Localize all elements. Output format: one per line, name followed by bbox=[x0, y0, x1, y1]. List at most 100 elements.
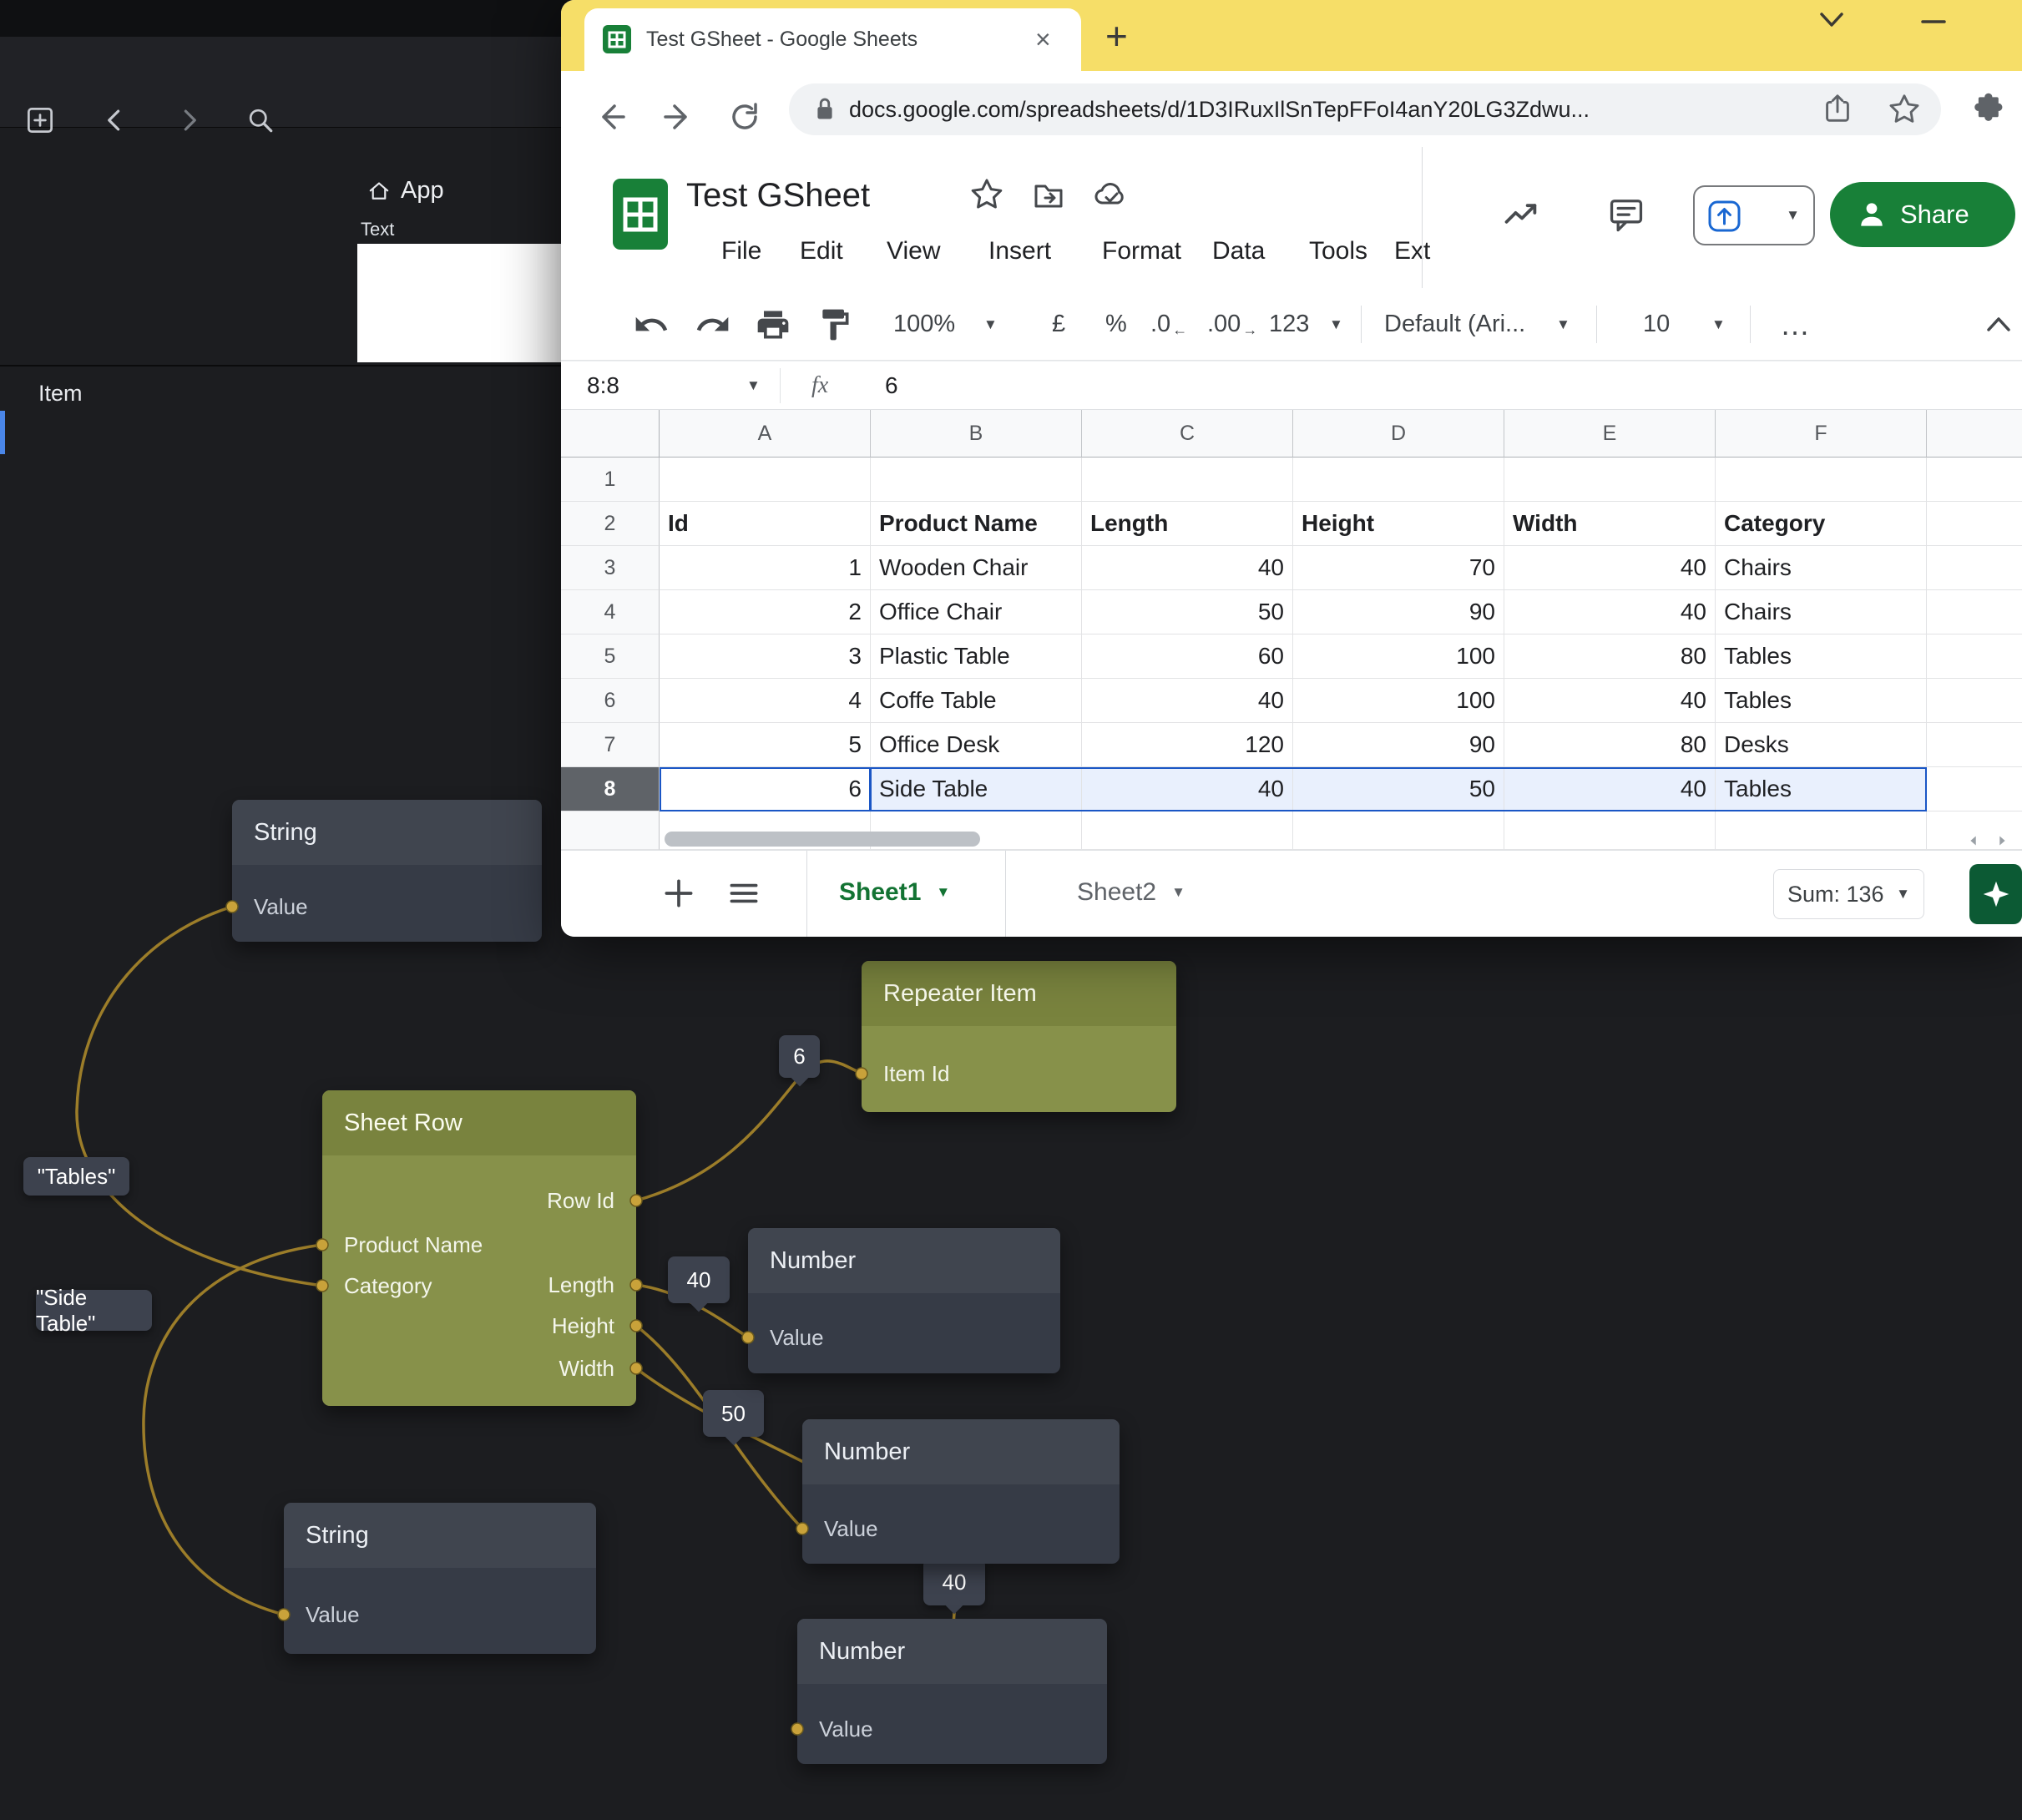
currency-format-button[interactable]: £ bbox=[1052, 288, 1065, 361]
omnibox[interactable]: docs.google.com/spreadsheets/d/1D3IRuxIl… bbox=[789, 83, 1941, 135]
cell[interactable] bbox=[1716, 811, 1927, 850]
paint-format-icon[interactable] bbox=[816, 306, 853, 343]
scroll-left-icon[interactable] bbox=[1965, 832, 1982, 849]
decrease-decimal-button[interactable]: .0← bbox=[1150, 288, 1187, 361]
cell[interactable]: 40 bbox=[1504, 590, 1716, 634]
extensions-puzzle-icon[interactable] bbox=[1967, 91, 2004, 128]
cell[interactable]: 40 bbox=[1504, 767, 1716, 811]
cell[interactable]: Tables bbox=[1716, 767, 1927, 811]
cell[interactable]: 40 bbox=[1082, 767, 1293, 811]
menu-format[interactable]: Format bbox=[1102, 235, 1181, 268]
cell[interactable]: 5 bbox=[660, 723, 871, 767]
cell[interactable]: 40 bbox=[1504, 679, 1716, 723]
menu-data[interactable]: Data bbox=[1212, 235, 1265, 268]
lock-icon[interactable] bbox=[807, 92, 842, 127]
explore-button[interactable] bbox=[1969, 864, 2022, 924]
move-folder-icon[interactable] bbox=[1030, 176, 1067, 213]
cell[interactable]: 80 bbox=[1504, 723, 1716, 767]
cell[interactable]: Chairs bbox=[1716, 546, 1927, 590]
menu-file[interactable]: File bbox=[721, 235, 761, 268]
horizontal-scrollbar-thumb[interactable] bbox=[665, 832, 980, 847]
menu-edit[interactable]: Edit bbox=[800, 235, 843, 268]
present-button[interactable]: ▼ bbox=[1693, 185, 1815, 245]
cell[interactable] bbox=[1716, 458, 1927, 502]
row-header[interactable]: 5 bbox=[561, 634, 660, 679]
node-number-height[interactable]: Number Value bbox=[802, 1419, 1120, 1564]
add-sheet-icon[interactable] bbox=[660, 874, 698, 913]
browser-tab[interactable]: Test GSheet - Google Sheets × bbox=[584, 8, 1081, 71]
new-tab-button[interactable]: + bbox=[1105, 7, 1128, 65]
browser-reload-icon[interactable] bbox=[726, 99, 763, 135]
node-sheet-row[interactable]: Sheet Row Row Id Product Name Category L… bbox=[322, 1090, 636, 1406]
more-toolbar-icon[interactable]: … bbox=[1770, 288, 1820, 361]
row-header[interactable]: 1 bbox=[561, 458, 660, 502]
doc-title[interactable]: Test GSheet bbox=[686, 177, 870, 215]
cell[interactable] bbox=[871, 458, 1082, 502]
print-icon[interactable] bbox=[755, 306, 791, 343]
cell[interactable]: 50 bbox=[1293, 767, 1504, 811]
font-select[interactable]: Default (Ari... bbox=[1384, 288, 1543, 361]
column-header[interactable]: A bbox=[660, 410, 871, 458]
cell[interactable] bbox=[1504, 458, 1716, 502]
cell[interactable]: Length bbox=[1082, 502, 1293, 546]
cell[interactable]: 40 bbox=[1082, 679, 1293, 723]
column-header[interactable]: C bbox=[1082, 410, 1293, 458]
cell[interactable]: 3 bbox=[660, 634, 871, 679]
formula-input[interactable]: 6 bbox=[885, 361, 898, 409]
column-header[interactable]: E bbox=[1504, 410, 1716, 458]
cell[interactable]: 1 bbox=[660, 546, 871, 590]
window-chevron-down-icon[interactable] bbox=[1813, 2, 1850, 38]
cell[interactable]: 40 bbox=[1082, 546, 1293, 590]
cell[interactable]: 100 bbox=[1293, 634, 1504, 679]
node-number-width[interactable]: Number Value bbox=[797, 1619, 1107, 1764]
share-button[interactable]: Share bbox=[1830, 182, 2015, 247]
cell[interactable]: 40 bbox=[1504, 546, 1716, 590]
cell[interactable] bbox=[1504, 811, 1716, 850]
cell[interactable]: Tables bbox=[1716, 679, 1927, 723]
cell[interactable]: 90 bbox=[1293, 723, 1504, 767]
increase-decimal-button[interactable]: .00→ bbox=[1207, 288, 1257, 361]
cell[interactable]: Desks bbox=[1716, 723, 1927, 767]
cell-active[interactable]: 6 bbox=[660, 767, 871, 811]
all-sheets-icon[interactable] bbox=[725, 874, 763, 913]
menu-extensions[interactable]: Ext bbox=[1394, 235, 1430, 268]
row-header[interactable]: 2 bbox=[561, 502, 660, 546]
cell[interactable]: Coffe Table bbox=[871, 679, 1082, 723]
browser-back-icon[interactable] bbox=[593, 99, 629, 135]
column-header[interactable]: D bbox=[1293, 410, 1504, 458]
row-header[interactable]: 4 bbox=[561, 590, 660, 634]
cell[interactable]: Side Table bbox=[871, 767, 1082, 811]
cell[interactable]: Width bbox=[1504, 502, 1716, 546]
number-format-button[interactable]: 123 bbox=[1269, 288, 1309, 361]
cell[interactable]: Office Chair bbox=[871, 590, 1082, 634]
browser-forward-icon[interactable] bbox=[660, 99, 696, 135]
cell[interactable]: Chairs bbox=[1716, 590, 1927, 634]
cell[interactable]: 70 bbox=[1293, 546, 1504, 590]
sheet-tab-sheet2[interactable]: Sheet2 ▼ bbox=[1077, 851, 1185, 934]
redo-icon[interactable] bbox=[695, 306, 731, 343]
undo-icon[interactable] bbox=[633, 306, 670, 343]
cell[interactable]: Office Desk bbox=[871, 723, 1082, 767]
wire-category[interactable] bbox=[77, 907, 322, 1286]
tab-close-icon[interactable]: × bbox=[1035, 8, 1051, 71]
bookmark-star-icon[interactable] bbox=[1887, 92, 1922, 127]
cell[interactable]: 80 bbox=[1504, 634, 1716, 679]
cell[interactable]: 2 bbox=[660, 590, 871, 634]
menu-insert[interactable]: Insert bbox=[988, 235, 1051, 268]
row-header[interactable] bbox=[561, 811, 660, 850]
share-page-icon[interactable] bbox=[1820, 92, 1855, 127]
cell[interactable] bbox=[1082, 811, 1293, 850]
cell[interactable] bbox=[1082, 458, 1293, 502]
select-all-corner[interactable] bbox=[561, 410, 660, 458]
node-string-bottom[interactable]: String Value bbox=[284, 1503, 596, 1654]
cell[interactable]: 90 bbox=[1293, 590, 1504, 634]
collapse-toolbar-icon[interactable] bbox=[1980, 306, 2017, 343]
font-size-select[interactable]: 10 bbox=[1643, 288, 1670, 361]
row-header[interactable]: 7 bbox=[561, 723, 660, 767]
row-header[interactable]: 6 bbox=[561, 679, 660, 723]
cell[interactable]: 120 bbox=[1082, 723, 1293, 767]
column-header[interactable]: F bbox=[1716, 410, 1927, 458]
window-minimize-icon[interactable] bbox=[1915, 3, 1952, 40]
star-doc-icon[interactable] bbox=[968, 176, 1005, 213]
cell[interactable]: 60 bbox=[1082, 634, 1293, 679]
